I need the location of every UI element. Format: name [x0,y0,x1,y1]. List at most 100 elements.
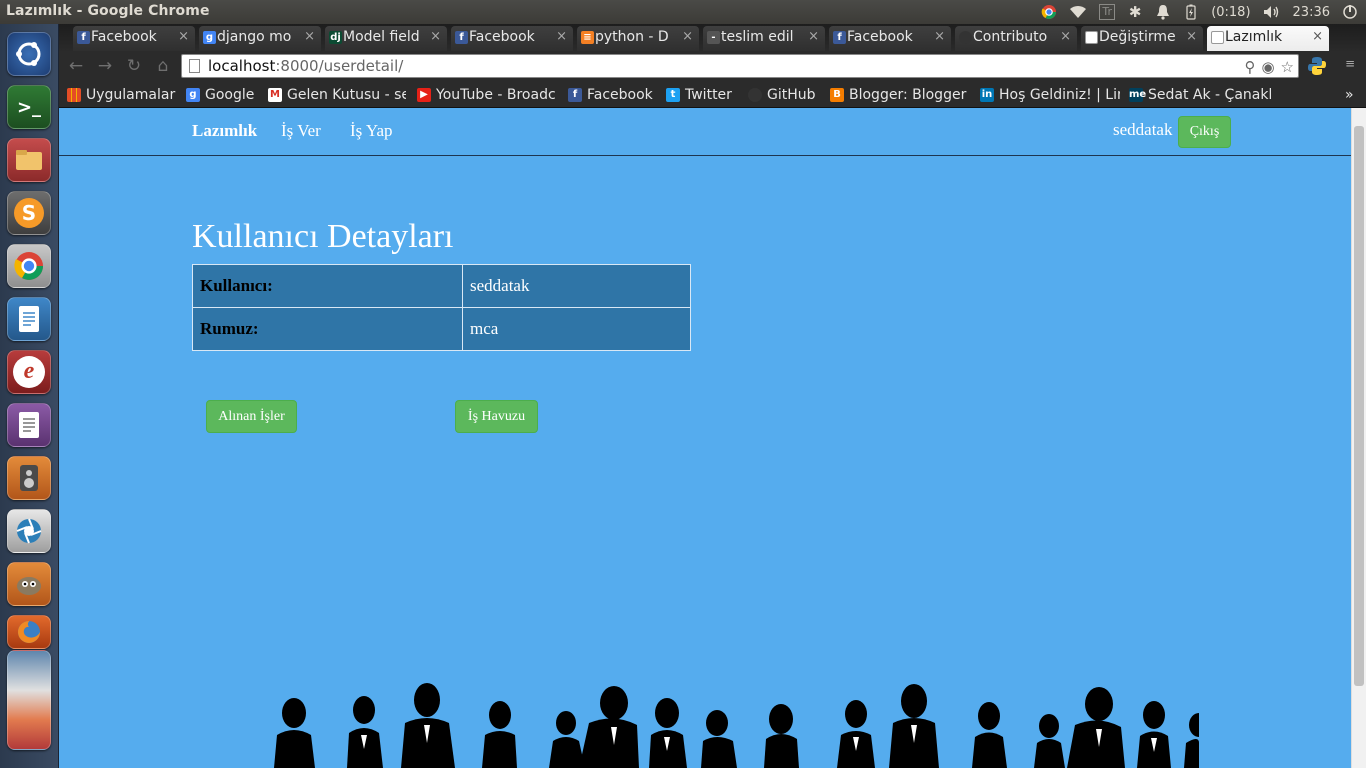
system-tray: Tr ✱ (0:18) 23:36 [1041,2,1358,22]
stacked-apps-icon[interactable] [7,650,51,750]
url-path: :8000/userdetail/ [275,57,404,75]
tab-close-icon[interactable]: × [1060,26,1071,48]
notification-bell-icon[interactable] [1155,3,1171,21]
facebook-icon: f [455,31,468,44]
tab-close-icon[interactable]: × [808,26,819,48]
home-icon[interactable]: ⌂ [152,56,174,76]
github-icon [959,31,972,44]
document-viewer-icon[interactable] [7,403,51,447]
aboutme-icon: me [1129,88,1147,102]
battery-icon[interactable] [1183,3,1199,21]
power-settings-icon[interactable] [1342,3,1358,21]
bookmark-aboutme[interactable]: me Sedat Ak - Çanakk [1129,85,1271,105]
forward-icon[interactable]: → [94,56,116,76]
job-pool-button[interactable]: İş Havuzu [455,400,538,433]
tab-model-field[interactable]: dj Model field × [325,26,447,51]
url-host: localhost [208,57,276,75]
page-icon [1085,31,1098,44]
speaker-app-icon[interactable] [7,456,51,500]
bookmark-github[interactable]: GitHub [748,85,818,105]
google-icon: g [203,31,216,44]
keyboard-layout-indicator[interactable]: Tr [1099,4,1116,20]
text-editor-icon[interactable] [7,297,51,341]
chrome-launcher-icon[interactable] [7,244,51,288]
bookmark-blogger[interactable]: B Blogger: Blogger [830,85,968,105]
more-bookmarks-button[interactable]: » [1345,85,1361,105]
chrome-tray-icon[interactable] [1041,3,1057,21]
tab-facebook-1[interactable]: f Facebook × [73,26,195,51]
sublime-text-icon[interactable]: S [7,191,51,235]
address-bar[interactable]: localhost:8000/userdetail/ ⚲ ◉ ☆ [181,54,1299,78]
tab-facebook-3[interactable]: f Facebook × [829,26,951,51]
reload-icon[interactable]: ↻ [123,56,145,76]
nav-is-ver[interactable]: İş Ver [281,121,321,141]
site-navbar: Lazımlık İş Ver İş Yap seddatak Çıkış [59,108,1351,156]
tab-contributors[interactable]: Contributo × [955,26,1077,51]
tab-python[interactable]: ≡ python - D × [577,26,699,51]
gimp-icon[interactable] [7,562,51,606]
back-icon[interactable]: ← [65,56,87,76]
ebook-reader-icon[interactable]: e [7,350,51,394]
github-icon [748,88,762,102]
bookmark-star-icon[interactable]: ☆ [1281,56,1294,78]
stackoverflow-icon: ≡ [581,31,594,44]
bookmark-apps[interactable]: Uygulamalar [67,85,179,105]
bookmarks-bar: Uygulamalar g Google M Gelen Kutusu - se… [59,82,1366,108]
extension-icon[interactable]: ◉ [1261,56,1274,78]
user-detail-table: Kullanıcı: seddatak Rumuz: mca [192,264,691,351]
detail-value: seddatak [462,264,691,308]
bluetooth-icon[interactable]: ✱ [1127,3,1143,21]
browser-window: f Facebook × g django mo × dj Model field ×… [59,24,1366,768]
chrome-menu-icon[interactable]: ≡ [1340,56,1360,74]
page-scrollbar[interactable] [1351,108,1366,768]
ubuntu-dash-icon[interactable] [7,32,51,76]
clock[interactable]: 23:36 [1293,5,1330,20]
facebook-icon: f [568,88,582,102]
shutter-icon[interactable] [7,509,51,553]
tab-close-icon[interactable]: × [682,26,693,48]
facebook-icon: f [77,31,90,44]
page-icon [1211,31,1224,44]
bookmark-gmail[interactable]: M Gelen Kutusu - se [268,85,406,105]
tab-degistirme[interactable]: Değiştirme × [1081,26,1203,51]
nav-is-yap[interactable]: İş Yap [350,121,393,141]
table-row: Rumuz: mca [192,307,691,351]
files-icon[interactable] [7,138,51,182]
twitter-icon: t [666,88,680,102]
tab-lazimlik[interactable]: Lazımlık × [1207,26,1329,51]
omnibox-actions: ⚲ ◉ ☆ [1244,56,1294,78]
tab-close-icon[interactable]: × [1186,26,1197,48]
bookmark-twitter[interactable]: t Twitter [666,85,740,105]
brand-link[interactable]: Lazımlık [192,121,257,141]
web-page: Lazımlık İş Ver İş Yap seddatak Çıkış Ku… [59,108,1351,768]
bookmark-google[interactable]: g Google [186,85,260,105]
battery-time: (0:18) [1211,4,1251,20]
tab-close-icon[interactable]: × [556,26,567,48]
tab-close-icon[interactable]: × [1312,26,1323,48]
zoom-icon[interactable]: ⚲ [1244,56,1255,78]
tab-close-icon[interactable]: × [934,26,945,48]
bookmark-linkedin[interactable]: in Hoş Geldiniz! | Lin [980,85,1120,105]
page-info-icon[interactable] [189,59,200,73]
terminal-icon[interactable]: >_ [7,85,51,129]
tab-close-icon[interactable]: × [304,26,315,48]
python-extension-icon[interactable] [1307,56,1327,76]
tab-close-icon[interactable]: × [178,26,189,48]
bookmark-youtube[interactable]: ▶ YouTube - Broadc [417,85,557,105]
tab-facebook-2[interactable]: f Facebook × [451,26,573,51]
table-row: Kullanıcı: seddatak [192,264,691,308]
tab-close-icon[interactable]: × [430,26,441,48]
detail-key: Rumuz: [192,307,463,351]
firefox-icon[interactable] [7,615,51,649]
tab-teslim-edil[interactable]: - teslim edil × [703,26,825,51]
logout-button[interactable]: Çıkış [1178,116,1231,148]
wifi-icon[interactable] [1069,3,1087,21]
scrollbar-thumb[interactable] [1354,126,1364,686]
system-top-bar: Lazımlık - Google Chrome Tr ✱ (0:18) 23:… [0,0,1366,24]
taken-jobs-button[interactable]: Alınan İşler [206,400,297,433]
bookmark-facebook[interactable]: f Facebook [568,85,658,105]
tab-django-models[interactable]: g django mo × [199,26,321,51]
google-icon: g [186,88,200,102]
volume-icon[interactable] [1263,3,1281,21]
browser-toolbar: ← → ↻ ⌂ localhost:8000/userdetail/ ⚲ ◉ ☆… [59,51,1366,82]
